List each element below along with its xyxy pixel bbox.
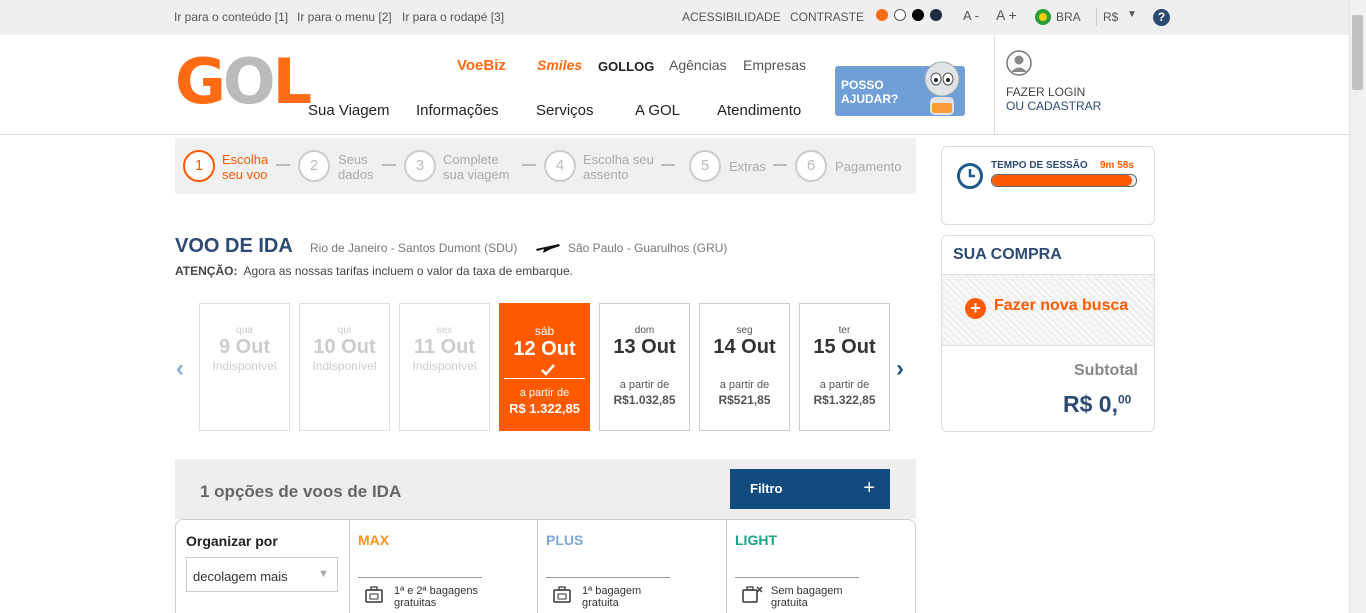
baggage-icon	[553, 586, 571, 603]
clock-icon	[957, 163, 983, 189]
page-scrollbar[interactable]	[1349, 0, 1366, 613]
contrast-black-option[interactable]	[912, 9, 924, 21]
step-3-circle: 3	[404, 150, 436, 182]
agencias-link[interactable]: Agências	[669, 57, 727, 73]
session-progress-bar	[991, 174, 1137, 187]
sort-label: Organizar por	[186, 533, 278, 549]
fare-notice: ATENÇÃO: Agora as nossas tarifas incluem…	[175, 264, 573, 278]
plus-icon: +	[863, 477, 875, 499]
step-5-circle: 5	[689, 150, 721, 182]
step-1-circle: 1	[183, 150, 215, 182]
checkmark-icon	[504, 363, 585, 379]
date-card[interactable]: seg 14 Out a partir de R$521,85	[699, 303, 790, 431]
utility-bar: Ir para o conteúdo [1] Ir para o menu [2…	[0, 0, 1349, 35]
site-header: GOL VoeBiz Smiles GOLLOG Agências Empres…	[0, 35, 1349, 135]
user-avatar-icon[interactable]	[1006, 50, 1032, 76]
step-5-label: Extras	[729, 159, 766, 174]
step-6-label: Pagamento	[835, 159, 902, 174]
step-4-circle: 4	[544, 150, 576, 182]
no-baggage-icon	[742, 586, 763, 603]
baggage-icon	[365, 586, 383, 603]
contrast-label: CONTRASTE	[790, 10, 865, 24]
step-2-circle: 2	[298, 150, 330, 182]
chevron-down-icon: ▼	[318, 568, 329, 580]
date-card-selected[interactable]: sáb 12 Out a partir de R$ 1.322,85	[499, 303, 590, 431]
date-card: qua 9 Out Indisponível	[199, 303, 290, 431]
voebiz-link[interactable]: VoeBiz	[457, 57, 506, 74]
help-icon[interactable]: ?	[1153, 9, 1170, 26]
nav-informacoes[interactable]: Informações	[416, 102, 499, 119]
filter-button[interactable]: Filtro +	[730, 469, 890, 509]
flight-origin: Rio de Janeiro - Santos Dumont (SDU)	[310, 241, 518, 255]
step-1-label: Escolha seu voo	[222, 152, 269, 182]
nav-servicos[interactable]: Serviços	[536, 102, 594, 119]
prev-dates-arrow-icon[interactable]: ‹	[176, 355, 184, 383]
flight-title: VOO DE IDA	[175, 235, 293, 257]
airplane-icon	[536, 244, 560, 253]
gollog-link[interactable]: GOLLOG	[598, 59, 654, 74]
fare-plus-column[interactable]: PLUS 1ª bagagem gratuita	[537, 520, 726, 613]
sort-select[interactable]: decolagem mais ▼	[186, 557, 338, 592]
nav-a-gol[interactable]: A GOL	[635, 102, 680, 119]
subtotal-value: R$ 0,00	[1063, 391, 1132, 417]
gol-logo[interactable]: GOL	[175, 51, 312, 113]
contrast-orange-option[interactable]	[876, 9, 888, 21]
new-search-link[interactable]: Fazer nova busca	[994, 297, 1128, 315]
plus-circle-icon[interactable]: +	[965, 298, 986, 319]
skip-footer-link[interactable]: Ir para o rodapé [3]	[402, 10, 504, 24]
next-dates-arrow-icon[interactable]: ›	[896, 355, 904, 383]
font-decrease-button[interactable]: A -	[963, 8, 979, 23]
smiles-link[interactable]: Smiles	[537, 57, 582, 73]
date-card[interactable]: dom 13 Out a partir de R$1.032,85	[599, 303, 690, 431]
step-6-circle: 6	[795, 150, 827, 182]
date-card[interactable]: ter 15 Out a partir de R$1.322,85	[799, 303, 890, 431]
options-count: 1 opções de voos de IDA	[200, 482, 402, 501]
empresas-link[interactable]: Empresas	[743, 57, 806, 73]
chevron-down-icon: ▼	[1127, 9, 1137, 20]
skip-menu-link[interactable]: Ir para o menu [2]	[297, 10, 392, 24]
skip-content-link[interactable]: Ir para o conteúdo [1]	[174, 10, 288, 24]
step-3-label: Complete sua viagem	[443, 152, 510, 182]
purchase-title: SUA COMPRA	[953, 246, 1062, 263]
fare-max-column[interactable]: MAX 1ª e 2ª bagagens gratuitas	[349, 520, 537, 613]
session-label: TEMPO DE SESSÃO	[991, 160, 1088, 171]
brazil-flag-icon	[1035, 9, 1051, 25]
fare-light-column[interactable]: LIGHT Sem bagagem gratuita	[726, 520, 915, 613]
purchase-summary: SUA COMPRA + Fazer nova busca Subtotal R…	[941, 235, 1155, 432]
step-2-label: Seus dados	[338, 152, 374, 182]
subtotal-label: Subtotal	[1074, 362, 1138, 379]
session-time: 9m 58s	[1100, 160, 1134, 171]
date-card: sex 11 Out Indisponível	[399, 303, 490, 431]
contrast-white-option[interactable]	[894, 9, 906, 21]
step-4-label: Escolha seu assento	[583, 152, 654, 182]
nav-atendimento[interactable]: Atendimento	[717, 102, 801, 119]
assistant-robot-icon	[924, 61, 960, 115]
scrollbar-thumb[interactable]	[1352, 15, 1363, 90]
flight-destination: São Paulo - Guarulhos (GRU)	[568, 241, 728, 255]
accessibility-link[interactable]: ACESSIBILIDADE	[682, 10, 781, 24]
date-card: qui 10 Out Indisponível	[299, 303, 390, 431]
contrast-navy-option[interactable]	[930, 9, 942, 21]
currency-selector[interactable]: R$	[1103, 10, 1118, 24]
country-selector[interactable]: BRA	[1056, 10, 1081, 24]
font-increase-button[interactable]: A +	[996, 7, 1017, 23]
login-link[interactable]: FAZER LOGIN OU CADASTRAR	[1006, 85, 1101, 113]
nav-sua-viagem[interactable]: Sua Viagem	[308, 102, 389, 119]
